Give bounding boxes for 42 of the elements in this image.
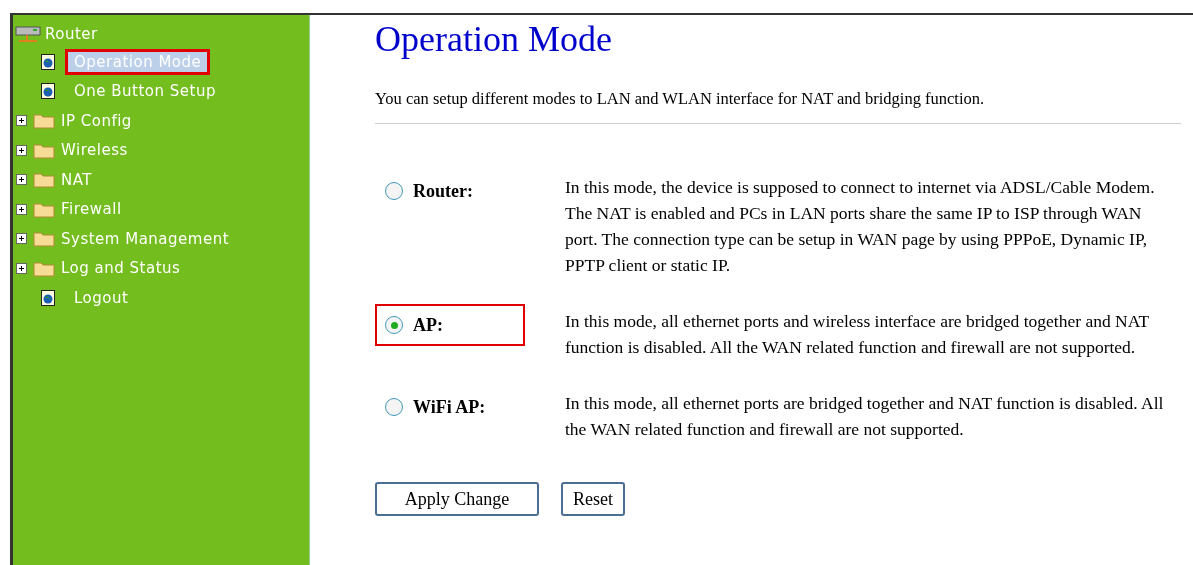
expand-icon[interactable] bbox=[16, 174, 27, 186]
mode-description: In this mode, all ethernet ports and wireless interface are bridged together and NAT function is disabled. All the WAN related function and firewall are not supported. bbox=[565, 310, 1150, 359]
tree-folder[interactable]: System Management bbox=[61, 229, 229, 248]
tree-item[interactable]: Logout bbox=[65, 284, 138, 311]
expand-icon[interactable] bbox=[16, 144, 27, 156]
web-page-icon bbox=[41, 289, 55, 306]
tree-root-label[interactable]: Router bbox=[45, 25, 98, 43]
expand-icon[interactable] bbox=[16, 115, 27, 127]
folder-icon bbox=[33, 200, 55, 218]
radio-button[interactable] bbox=[385, 398, 403, 416]
mode-option[interactable]: WiFi AP: bbox=[375, 386, 525, 428]
tree-folder[interactable]: IP Config bbox=[61, 111, 132, 130]
reset-button[interactable]: Reset bbox=[561, 482, 625, 516]
radio-button[interactable] bbox=[385, 182, 403, 200]
folder-icon bbox=[33, 112, 55, 130]
folder-icon bbox=[33, 171, 55, 189]
mode-option[interactable]: AP: bbox=[375, 304, 525, 346]
expand-icon[interactable] bbox=[16, 262, 27, 274]
folder-icon bbox=[33, 230, 55, 248]
tree-item[interactable]: Operation Mode bbox=[65, 48, 211, 75]
web-page-icon bbox=[41, 83, 55, 100]
tree-folder[interactable]: Wireless bbox=[61, 141, 128, 160]
tree-folder[interactable]: Log and Status bbox=[61, 259, 181, 278]
mode-label: Router: bbox=[413, 180, 473, 202]
radio-button[interactable] bbox=[385, 316, 403, 334]
page-description: You can setup different modes to LAN and WLAN interface for NAT and bridging function. bbox=[375, 89, 986, 109]
router-icon bbox=[15, 25, 41, 43]
mode-description: In this mode, the device is supposed to connect to internet via ADSL/Cable Modem. The NAT is enabled and PCs in LAN ports share the same IP to ISP through WAN port. The connection type can be setup in WAN page by using PPPoE, Dynamic IP, PPTP client or static IP. bbox=[565, 176, 1156, 277]
folder-icon bbox=[33, 141, 55, 159]
page-title: Operation Mode bbox=[375, 18, 613, 59]
mode-option[interactable]: Router: bbox=[375, 170, 525, 212]
expand-icon[interactable] bbox=[16, 233, 27, 245]
tree-folder[interactable]: Firewall bbox=[61, 200, 122, 219]
web-page-icon bbox=[41, 53, 55, 70]
folder-icon bbox=[33, 259, 55, 277]
mode-label: WiFi AP: bbox=[413, 396, 486, 418]
apply-button[interactable]: Apply Change bbox=[375, 482, 539, 516]
mode-label: AP: bbox=[413, 314, 443, 336]
tree-folder[interactable]: NAT bbox=[61, 170, 92, 189]
mode-description: In this mode, all ethernet ports are bridged together and NAT function is disabled. All the WAN related function and firewall are not supported. bbox=[565, 392, 1165, 441]
expand-icon[interactable] bbox=[16, 203, 27, 215]
tree-item[interactable]: One Button Setup bbox=[65, 78, 225, 105]
